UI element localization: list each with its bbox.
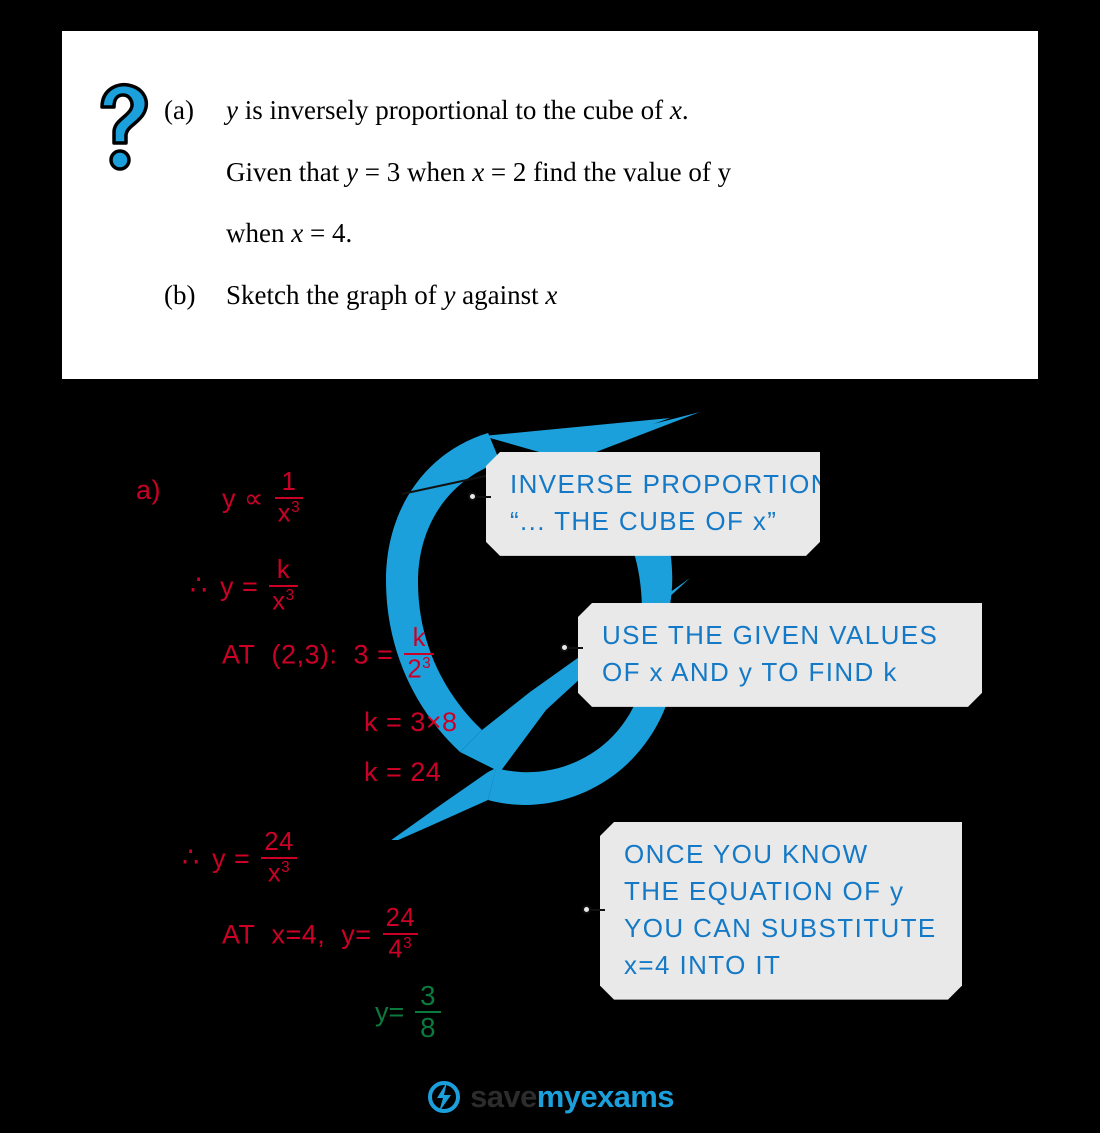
question-part-a-line2-row: Given that y = 3 when x = 2 find the val… bbox=[164, 155, 998, 190]
callout-use-given-values: USE THE GIVEN VALUES OF x AND y TO FIND … bbox=[578, 603, 982, 707]
question-part-a-line3-row: when x = 4. bbox=[164, 216, 998, 251]
working-part-label: a) bbox=[136, 475, 162, 505]
logo-word-exams: exams bbox=[580, 1079, 674, 1114]
connector-knob-icon bbox=[582, 905, 591, 914]
working-step-k-product: k = 3×8 bbox=[364, 707, 458, 737]
part-a-line-2: Given that y = 3 when x = 2 find the val… bbox=[226, 156, 732, 187]
callout-1-connector bbox=[468, 492, 491, 501]
callout-3-line-3: YOU CAN SUBSTITUTE bbox=[624, 912, 937, 943]
part-b-label: (b) bbox=[164, 279, 196, 310]
working-step-substitute-point: AT (2,3): 3 = k 23 bbox=[222, 625, 437, 685]
working-step-substitute-x4: AT x=4, y= 24 43 bbox=[222, 905, 421, 965]
question-card: (a) y is inversely proportional to the c… bbox=[62, 31, 1038, 379]
question-mark-icon bbox=[100, 82, 149, 171]
logo-word-my: my bbox=[536, 1079, 581, 1114]
connector-knob-icon bbox=[468, 492, 477, 501]
working-step-final-equation: ∴ y = 24 x3 bbox=[182, 829, 300, 889]
working-step-equation-with-k: ∴ y = k x3 bbox=[190, 557, 301, 617]
callout-2-line-1: USE THE GIVEN VALUES bbox=[602, 620, 939, 650]
working-step-proportionality: y ∝ 1 x3 bbox=[222, 469, 306, 529]
save-my-exams-logo-icon bbox=[428, 1081, 461, 1113]
callout-2-line-2: OF x AND y TO FIND k bbox=[602, 656, 898, 687]
callout-3-line-4: x=4 INTO IT bbox=[624, 949, 782, 980]
callout-substitute: ONCE YOU KNOW THE EQUATION OF y YOU CAN … bbox=[600, 822, 962, 1000]
callout-1-line-1: INVERSE PROPORTION bbox=[510, 469, 831, 499]
question-part-b: (b) Sketch the graph of y against x bbox=[164, 278, 998, 313]
part-a-label: (a) bbox=[164, 95, 194, 125]
callout-3-connector bbox=[582, 905, 605, 914]
callout-3-line-2: THE EQUATION OF y bbox=[624, 875, 905, 906]
question-body: (a) y is inversely proportional to the c… bbox=[164, 93, 998, 339]
callout-2-connector bbox=[560, 643, 583, 652]
part-a-line-3: when x = 4. bbox=[226, 218, 353, 249]
footer-logo: savemyexams bbox=[0, 1079, 1100, 1115]
connector-knob-icon bbox=[560, 643, 569, 652]
part-b-line-1: Sketch the graph of y against x bbox=[226, 279, 558, 310]
working-step-k-value: k = 24 bbox=[364, 757, 442, 787]
logo-word-save: save bbox=[470, 1079, 537, 1114]
logo-wordmark: savemyexams bbox=[470, 1079, 674, 1115]
connector-stem bbox=[591, 908, 605, 911]
callout-1-line-2: “... THE CUBE OF x” bbox=[510, 505, 778, 536]
callout-inverse-proportion: INVERSE PROPORTION “... THE CUBE OF x” bbox=[486, 452, 820, 556]
solution-area: a) y ∝ 1 x3 ∴ y = k x3 AT (2,3): 3 = k 23 k… bbox=[0, 380, 1100, 1133]
question-part-a: (a) y is inversely proportional to the c… bbox=[164, 93, 998, 128]
callout-3-line-1: ONCE YOU KNOW bbox=[624, 839, 869, 869]
part-a-line-1: y is inversely proportional to the cube … bbox=[226, 95, 689, 125]
working-step-answer: y= 38 bbox=[375, 982, 444, 1043]
connector-stem bbox=[477, 495, 491, 498]
connector-stem bbox=[569, 646, 583, 649]
